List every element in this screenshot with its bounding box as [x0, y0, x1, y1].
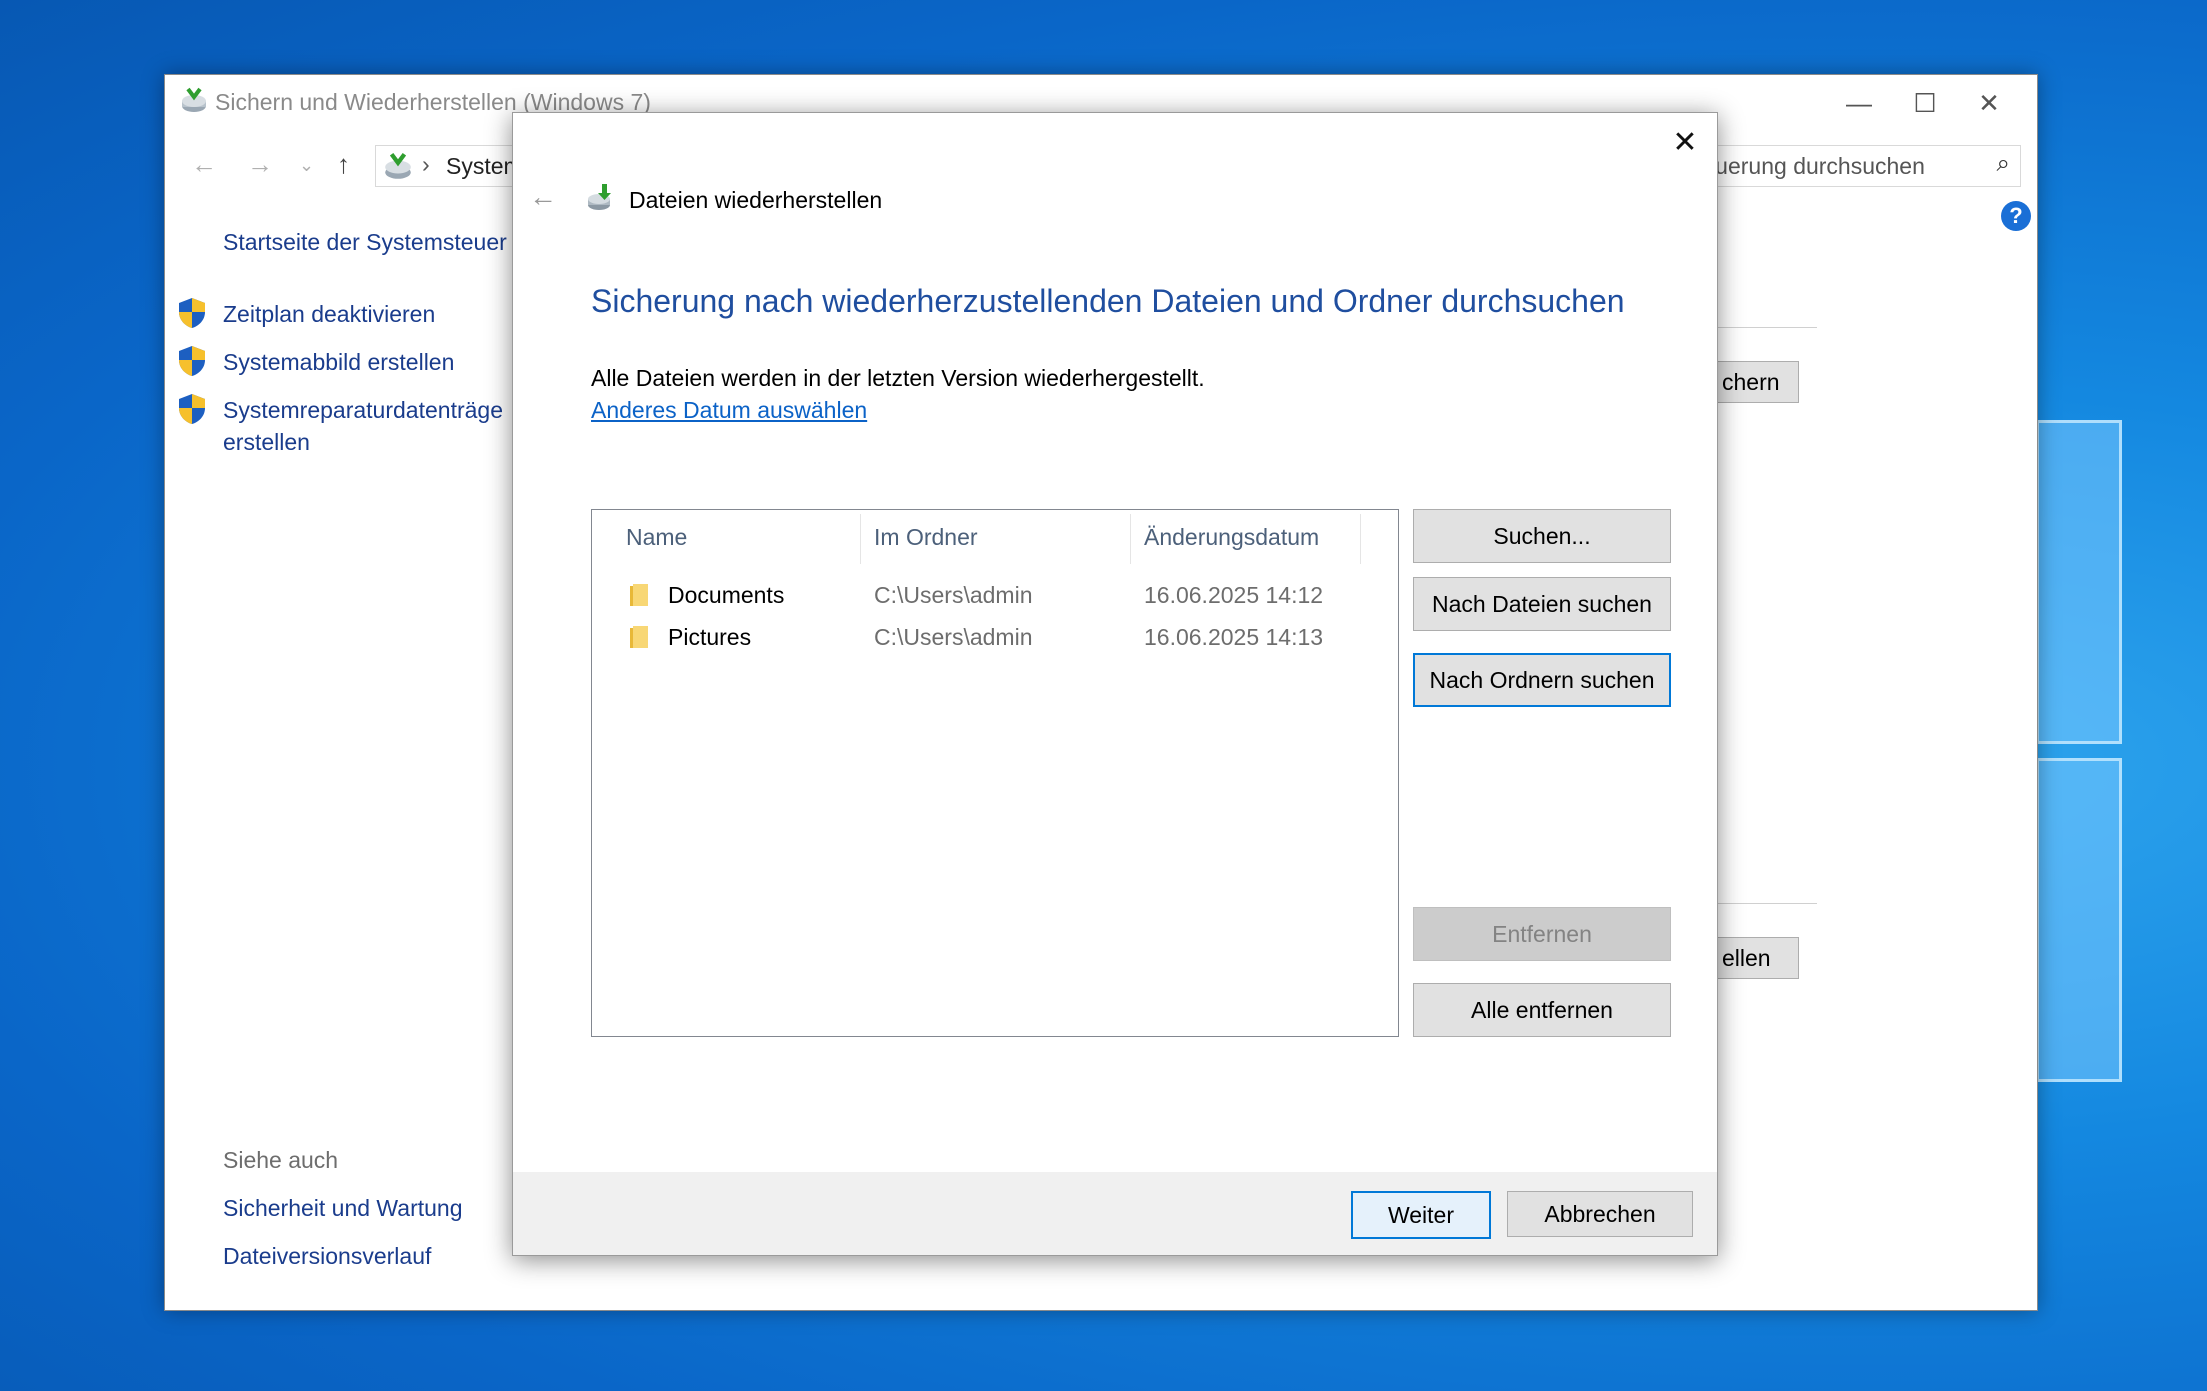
- dialog-footer: Weiter Abbrechen: [513, 1172, 1717, 1255]
- column-header-name[interactable]: Name: [626, 524, 687, 551]
- item-name: Documents: [668, 582, 785, 608]
- up-arrow-icon[interactable]: ↑: [337, 149, 350, 180]
- desktop-logo-pane: [2036, 758, 2122, 1082]
- see-also-file-history[interactable]: Dateiversionsverlauf: [223, 1243, 431, 1270]
- choose-other-date-link[interactable]: Anderes Datum auswählen: [591, 397, 867, 424]
- item-date: 16.06.2025 14:13: [1144, 624, 1324, 650]
- folder-icon: [630, 584, 648, 606]
- item-folder: C:\Users\admin: [874, 582, 1033, 608]
- item-date: 16.06.2025 14:12: [1144, 582, 1324, 608]
- sidebar-task-repair-disc[interactable]: Systemreparaturdatenträge: [223, 397, 503, 424]
- cancel-button[interactable]: Abbrechen: [1507, 1191, 1693, 1237]
- minimize-button[interactable]: —: [1829, 83, 1889, 123]
- column-divider[interactable]: [1130, 514, 1131, 564]
- divider: [1717, 903, 1817, 904]
- sidebar-task-system-image[interactable]: Systemabbild erstellen: [223, 349, 454, 376]
- close-dialog-icon[interactable]: ✕: [1665, 123, 1705, 163]
- sidebar-task-repair-disc-line2[interactable]: erstellen: [223, 429, 310, 456]
- back-arrow-icon[interactable]: ←: [529, 181, 557, 213]
- close-window-button[interactable]: ✕: [1959, 83, 2019, 123]
- maximize-button[interactable]: ☐: [1895, 83, 1955, 123]
- dialog-info-text: Alle Dateien werden in der letzten Versi…: [591, 365, 1205, 391]
- list-item[interactable]: Documents C:\Users\admin 16.06.2025 14:1…: [592, 576, 1398, 616]
- restore-items-list[interactable]: Name Im Ordner Änderungsdatum Documents …: [591, 509, 1399, 1037]
- dialog-heading: Sicherung nach wiederherzustellenden Dat…: [591, 283, 1625, 319]
- see-also-security-maintenance[interactable]: Sicherheit und Wartung: [223, 1195, 463, 1222]
- uac-shield-icon: [179, 298, 205, 328]
- backup-now-label: chern: [1722, 369, 1780, 395]
- backup-restore-icon: [182, 87, 206, 112]
- address-bar[interactable]: › System: [375, 145, 526, 187]
- uac-shield-icon: [179, 346, 205, 376]
- desktop-logo-pane: [2036, 420, 2122, 744]
- column-header-date[interactable]: Änderungsdatum: [1144, 524, 1319, 551]
- backup-now-button[interactable]: chern: [1717, 361, 1799, 403]
- back-arrow-icon[interactable]: ←: [191, 149, 217, 180]
- list-item[interactable]: Pictures C:\Users\admin 16.06.2025 14:13: [592, 618, 1398, 658]
- item-folder: C:\Users\admin: [874, 624, 1033, 650]
- remove-all-button[interactable]: Alle entfernen: [1413, 983, 1671, 1037]
- restore-files-dialog: ✕ ← Dateien wiederherstellen Sicherung n…: [512, 112, 1718, 1256]
- restore-files-icon: [588, 184, 611, 210]
- sidebar-task-disable-schedule[interactable]: Zeitplan deaktivieren: [223, 301, 435, 328]
- see-also-heading: Siehe auch: [223, 1147, 339, 1173]
- restore-files-button[interactable]: ellen: [1717, 937, 1799, 979]
- next-button[interactable]: Weiter: [1351, 1191, 1491, 1239]
- sidebar-home-link[interactable]: Startseite der Systemsteuer: [223, 229, 507, 256]
- column-divider[interactable]: [1360, 514, 1361, 564]
- control-panel-icon: [385, 152, 411, 179]
- forward-arrow-icon[interactable]: →: [247, 149, 273, 180]
- search-placeholder: teuerung durchsuchen: [1696, 153, 1925, 179]
- search-button[interactable]: Suchen...: [1413, 509, 1671, 563]
- divider: [1717, 327, 1817, 328]
- search-folders-button[interactable]: Nach Ordnern suchen: [1413, 653, 1671, 707]
- item-name: Pictures: [668, 624, 752, 650]
- remove-button[interactable]: Entfernen: [1413, 907, 1671, 961]
- search-icon: ⌕: [1996, 150, 2010, 177]
- restore-files-label: ellen: [1722, 945, 1771, 971]
- chevron-down-icon[interactable]: ⌄: [299, 155, 314, 176]
- column-header-folder[interactable]: Im Ordner: [874, 524, 978, 551]
- uac-shield-icon: [179, 394, 205, 424]
- search-files-button[interactable]: Nach Dateien suchen: [1413, 577, 1671, 631]
- column-divider[interactable]: [860, 514, 861, 564]
- search-input[interactable]: teuerung durchsuchen ⌕: [1695, 145, 2021, 187]
- help-icon[interactable]: ?: [2001, 201, 2031, 231]
- dialog-title: Dateien wiederherstellen: [629, 187, 883, 213]
- breadcrumb-chevron-icon: ›: [422, 151, 430, 177]
- folder-icon: [630, 626, 648, 648]
